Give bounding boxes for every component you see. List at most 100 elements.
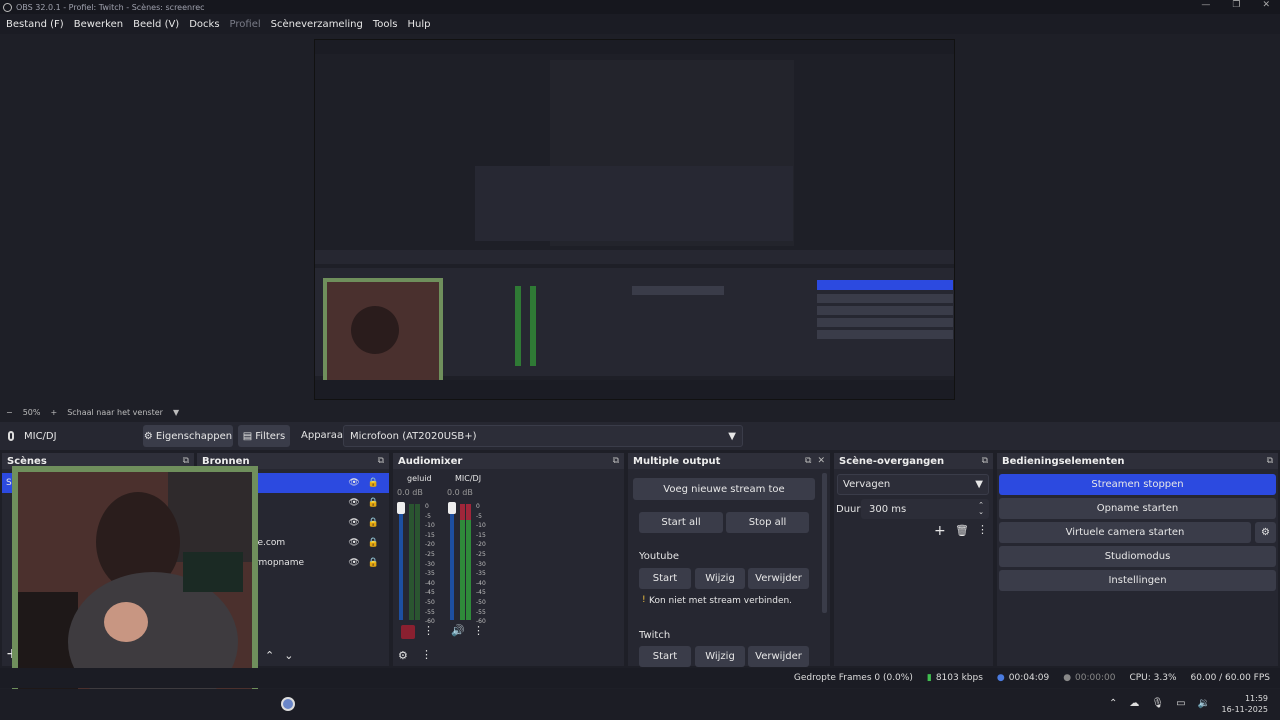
- menu-hulp[interactable]: Hulp: [407, 19, 430, 30]
- menu-tools[interactable]: Tools: [373, 19, 398, 30]
- volume-slider-handle[interactable]: [448, 502, 456, 514]
- add-stream-button[interactable]: Voeg nieuwe stream toe: [633, 478, 815, 500]
- move-down-button[interactable]: ⌄: [284, 649, 293, 662]
- zoom-in-button[interactable]: +: [50, 408, 57, 417]
- zoom-out-button[interactable]: −: [6, 408, 13, 417]
- virtual-camera-settings-button[interactable]: ⚙: [1255, 522, 1276, 543]
- device-select-value: Microfoon (AT2020USB+): [350, 430, 477, 442]
- chevron-up-icon[interactable]: ⌃: [1109, 698, 1117, 709]
- volume-slider[interactable]: [450, 504, 454, 620]
- record-time: 00:00:00: [1075, 673, 1116, 683]
- remove-button[interactable]: Verwijder: [748, 568, 809, 589]
- volume-slider-handle[interactable]: [397, 502, 405, 514]
- level-meter: [409, 504, 414, 620]
- title-bar: OBS 32.0.1 - Profiel: Twitch - Scènes: s…: [0, 0, 1280, 14]
- close-icon[interactable]: ✕: [817, 456, 825, 466]
- preview-canvas[interactable]: [314, 39, 955, 400]
- eye-icon[interactable]: 👁: [348, 478, 359, 488]
- mic-tray-icon[interactable]: 🎙: [1151, 698, 1164, 709]
- audiomixer-dock: Audiomixer ⧉ geluid MIC/DJ 0.0 dB 0.0 dB …: [393, 453, 624, 666]
- close-button[interactable]: ✕: [1262, 0, 1270, 10]
- volume-icon[interactable]: 🔉: [1198, 698, 1210, 709]
- level-meter: [460, 504, 465, 620]
- lock-icon[interactable]: 🔒: [368, 498, 379, 508]
- lock-icon[interactable]: 🔒: [368, 518, 379, 528]
- menu-sceneverzameling[interactable]: Scèneverzameling: [271, 19, 363, 30]
- remove-button[interactable]: Verwijder: [748, 646, 809, 667]
- float-icon[interactable]: ⧉: [613, 456, 619, 466]
- zoom-bar: − 50% + Schaal naar het venster ▼: [0, 405, 1280, 420]
- controls-dock: Bedieningselementen ⧉ Streamen stoppen Op…: [997, 453, 1278, 666]
- filters-button[interactable]: ▤ Filters: [238, 425, 290, 447]
- minimize-button[interactable]: —: [1201, 0, 1210, 10]
- cloud-icon[interactable]: ☁: [1129, 698, 1139, 709]
- studio-mode-button[interactable]: Studiomodus: [999, 546, 1276, 567]
- edit-button[interactable]: Wijzig: [695, 646, 745, 667]
- menu-dots-icon[interactable]: ⋮: [473, 624, 484, 637]
- scale-mode-dropdown[interactable]: ▼: [173, 408, 179, 417]
- add-transition-icon[interactable]: +: [934, 523, 946, 539]
- eye-icon[interactable]: 👁: [348, 558, 359, 568]
- lock-icon[interactable]: 🔒: [368, 478, 379, 488]
- volume-slider[interactable]: [399, 504, 403, 620]
- virtual-camera-button[interactable]: Virtuele camera starten: [999, 522, 1251, 543]
- lock-icon[interactable]: 🔒: [368, 538, 379, 548]
- channel-db: 0.0 dB: [397, 488, 423, 497]
- obs-logo-icon: [3, 2, 12, 12]
- eye-icon[interactable]: 👁: [348, 538, 359, 548]
- speaker-icon[interactable]: 🔊: [451, 624, 465, 637]
- channel-db: 0.0 dB: [447, 488, 473, 497]
- menu-bestand[interactable]: Bestand (F): [6, 19, 64, 30]
- menu-bewerken[interactable]: Bewerken: [74, 19, 123, 30]
- menu-dots-icon[interactable]: ⋮: [977, 523, 988, 536]
- start-button[interactable]: Start: [639, 568, 691, 589]
- stop-streaming-button[interactable]: Streamen stoppen: [999, 474, 1276, 495]
- eye-icon[interactable]: 👁: [348, 498, 359, 508]
- start-recording-button[interactable]: Opname starten: [999, 498, 1276, 519]
- spin-arrows-icon[interactable]: ⌃ ⌄: [978, 502, 984, 516]
- menu-beeld[interactable]: Beeld (V): [133, 19, 179, 30]
- device-select[interactable]: Microfoon (AT2020USB+) ▼: [343, 425, 743, 447]
- mixer-menu-icon[interactable]: ⋮: [421, 648, 432, 661]
- float-icon[interactable]: ⧉: [378, 456, 384, 466]
- float-icon[interactable]: ⧉: [805, 456, 811, 466]
- cpu-usage: CPU: 3.3%: [1129, 673, 1177, 683]
- transition-value: Vervagen: [843, 479, 891, 490]
- obs-taskbar-icon[interactable]: [281, 697, 295, 711]
- menu-docks[interactable]: Docks: [189, 19, 219, 30]
- warning-icon: !: [642, 595, 646, 605]
- float-icon[interactable]: ⧉: [1267, 456, 1273, 466]
- scrollbar[interactable]: [822, 473, 827, 613]
- lock-icon[interactable]: 🔒: [368, 558, 379, 568]
- duration-spinbox[interactable]: 300 ms ⌃ ⌄: [861, 499, 989, 519]
- webcam-overlay: [12, 466, 258, 700]
- maximize-button[interactable]: ❐: [1232, 0, 1240, 10]
- record-icon: ●: [1063, 673, 1072, 683]
- stop-all-button[interactable]: Stop all: [726, 512, 809, 533]
- mute-icon[interactable]: [401, 625, 415, 639]
- start-all-button[interactable]: Start all: [639, 512, 723, 533]
- stream-status: Kon niet met stream verbinden.: [649, 596, 793, 606]
- mixer-settings-icon[interactable]: ⚙: [398, 649, 408, 662]
- clock[interactable]: 11:59 16-11-2025: [1222, 693, 1269, 715]
- stream-icon: ●: [996, 673, 1005, 683]
- properties-button[interactable]: ⚙ Eigenschappen: [143, 425, 233, 447]
- eye-icon[interactable]: 👁: [348, 518, 359, 528]
- menu-profiel[interactable]: Profiel: [230, 19, 261, 30]
- menu-dots-icon[interactable]: ⋮: [423, 624, 434, 637]
- controls-title: Bedieningselementen: [1002, 455, 1125, 467]
- start-button[interactable]: Start: [639, 646, 691, 667]
- network-icon[interactable]: ▭: [1176, 698, 1185, 709]
- float-icon[interactable]: ⧉: [982, 456, 988, 466]
- settings-button[interactable]: Instellingen: [999, 570, 1276, 591]
- float-icon[interactable]: ⧉: [183, 456, 189, 466]
- gear-icon: ⚙: [143, 430, 153, 442]
- move-up-button[interactable]: ⌃: [265, 649, 274, 662]
- transition-select[interactable]: Vervagen ▼: [837, 474, 989, 495]
- channel-name: MIC/DJ: [455, 474, 482, 483]
- preview-area[interactable]: [0, 34, 1280, 404]
- selected-source-label: MIC/DJ: [24, 430, 57, 442]
- trash-icon[interactable]: 🗑: [955, 524, 969, 537]
- clock-date: 16-11-2025: [1221, 705, 1269, 714]
- edit-button[interactable]: Wijzig: [695, 568, 745, 589]
